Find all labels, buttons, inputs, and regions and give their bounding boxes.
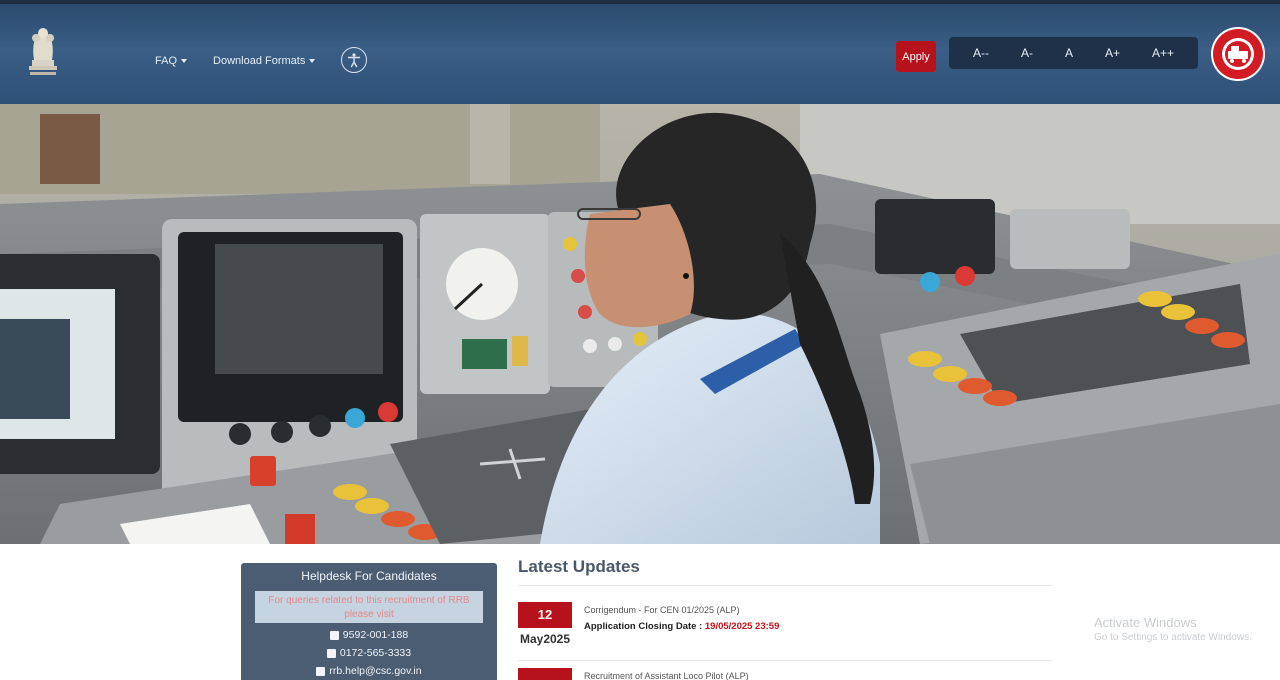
main-nav: FAQ Download Formats [155, 47, 368, 74]
update-date-badge: 12 May2025 [518, 602, 572, 646]
font-size-smaller-button[interactable]: A- [1021, 46, 1033, 60]
helpdesk-email[interactable]: rrb.help@csc.gov.in [241, 665, 497, 677]
accessibility-icon[interactable] [341, 47, 368, 73]
font-size-largest-button[interactable]: A++ [1152, 46, 1174, 60]
watermark-line-2: Go to Settings to activate Windows. [1094, 632, 1252, 643]
update-date-day: 12 [518, 602, 572, 628]
hero-banner [0, 104, 1280, 544]
divider [518, 585, 1052, 586]
closing-date-value: 19/05/2025 23:59 [704, 621, 780, 632]
helpdesk-phone-1-text: 9592-001-188 [342, 629, 409, 641]
font-size-controls: A-- A- A A+ A++ [949, 37, 1198, 69]
update-item-link[interactable]: Recruitment of Assistant Loco Pilot (ALP… [584, 671, 749, 680]
update-date-badge [518, 668, 572, 680]
helpdesk-phone-2: 0172-565-3333 [241, 647, 497, 659]
apply-button[interactable]: Apply [896, 41, 936, 72]
helpdesk-email-text[interactable]: rrb.help@csc.gov.in [329, 665, 421, 677]
helpdesk-phone-2-text: 0172-565-3333 [339, 647, 412, 659]
envelope-icon [316, 666, 326, 676]
activate-windows-watermark: Activate Windows Go to Settings to activ… [1094, 615, 1252, 643]
helpdesk-title: Helpdesk For Candidates [301, 569, 437, 583]
watermark-line-1: Activate Windows [1094, 615, 1197, 630]
site-header: FAQ Download Formats Apply A-- A- A A+ A… [0, 0, 1280, 104]
phone-icon [326, 648, 336, 658]
nav-download-formats-label: Download Formats [213, 55, 306, 67]
latest-updates-title: Latest Updates [518, 557, 640, 576]
nav-faq[interactable]: FAQ [155, 55, 188, 67]
font-size-normal-button[interactable]: A [1065, 46, 1073, 60]
nav-download-formats[interactable]: Download Formats [213, 55, 316, 67]
helpdesk-panel: Helpdesk For Candidates For queries rela… [241, 563, 497, 680]
nav-faq-label: FAQ [155, 55, 178, 67]
indian-railways-logo-icon [1211, 27, 1265, 81]
update-closing-date: Application Closing Date : 19/05/2025 23… [584, 621, 779, 632]
update-item-link[interactable]: Corrigendum - For CEN 01/2025 (ALP) [584, 605, 740, 615]
national-emblem-icon [29, 28, 57, 75]
closing-date-label: Application Closing Date : [584, 621, 703, 632]
font-size-smallest-button[interactable]: A-- [973, 46, 989, 60]
chevron-down-icon [181, 59, 188, 63]
phone-icon [329, 630, 339, 640]
helpdesk-phone-1: 9592-001-188 [241, 629, 497, 641]
chevron-down-icon [309, 59, 316, 63]
hero-illustration [0, 104, 1280, 544]
update-date-month: May2025 [519, 632, 571, 646]
font-size-larger-button[interactable]: A+ [1105, 46, 1120, 60]
helpdesk-note: For queries related to this recruitment … [255, 591, 483, 623]
divider [518, 660, 1052, 661]
